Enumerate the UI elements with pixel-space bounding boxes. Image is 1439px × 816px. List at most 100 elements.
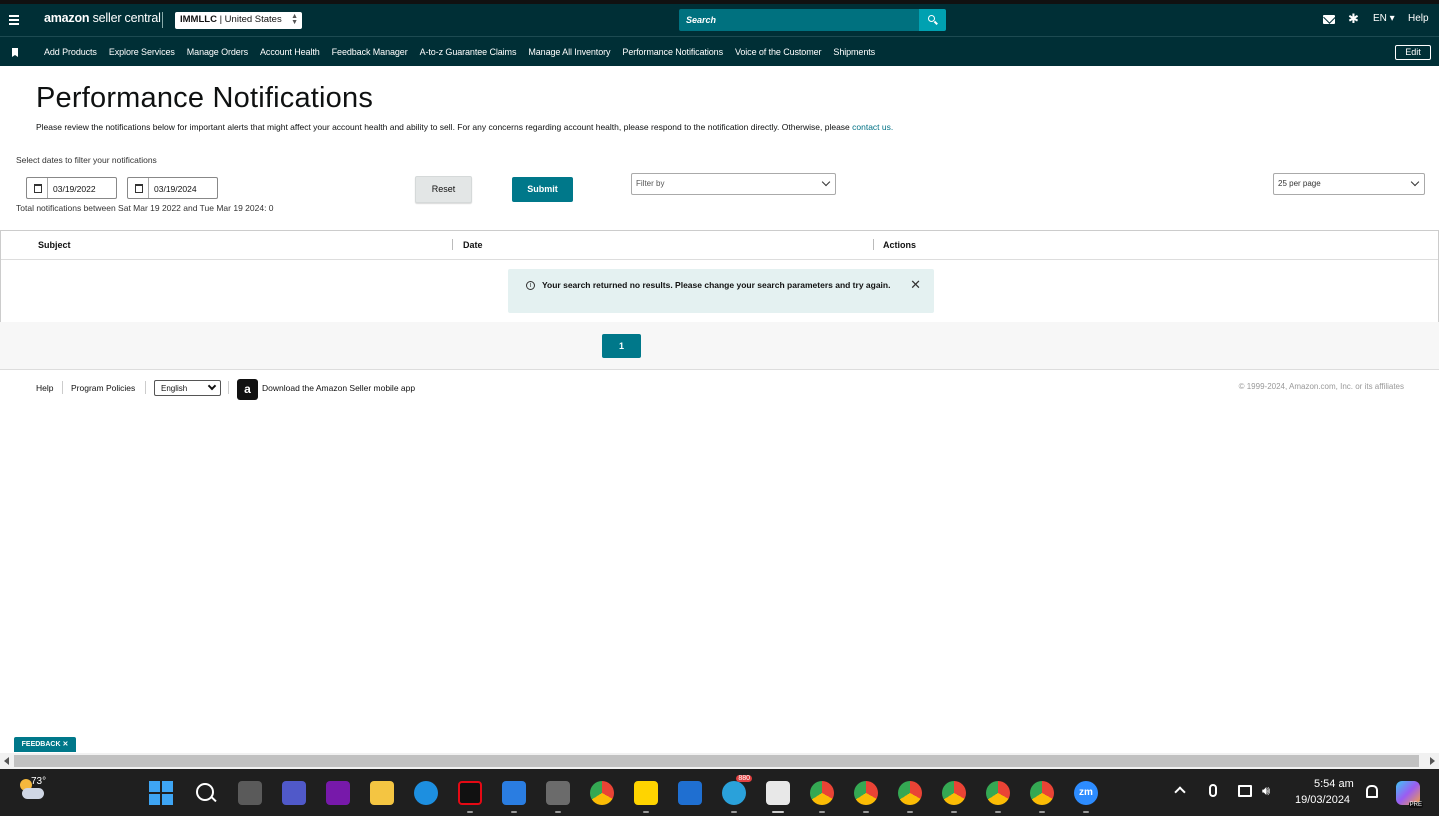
filter-by-select[interactable]: Filter by: [631, 173, 836, 195]
chrome-profile-icon[interactable]: [986, 781, 1010, 805]
nav-item-manage-orders[interactable]: Manage Orders: [187, 47, 248, 57]
page-title: Performance Notifications: [36, 82, 374, 114]
column-divider: [873, 239, 874, 250]
file-explorer-icon[interactable]: [370, 781, 394, 805]
running-indicator: [995, 811, 1001, 813]
amazon-app-icon[interactable]: a: [237, 379, 258, 400]
program-policies-link[interactable]: Program Policies: [71, 383, 135, 393]
calendar-icon[interactable]: [27, 178, 48, 198]
chrome-profile-icon[interactable]: [898, 781, 922, 805]
chrome-profile-icon[interactable]: [810, 781, 834, 805]
language-selector[interactable]: EN ▾: [1373, 13, 1395, 24]
column-date[interactable]: Date: [463, 240, 483, 250]
nav-item-voice-of-customer[interactable]: Voice of the Customer: [735, 47, 822, 57]
close-icon[interactable]: ✕: [910, 277, 921, 293]
running-indicator: [643, 811, 649, 813]
seller-central-logo[interactable]: amazon seller central: [44, 11, 161, 25]
calendar-icon[interactable]: [128, 178, 149, 198]
edge-icon[interactable]: [414, 781, 438, 805]
nav-item-account-health[interactable]: Account Health: [260, 47, 320, 57]
network-icon[interactable]: [1238, 785, 1252, 797]
chrome-icon[interactable]: [590, 781, 614, 805]
menu-icon[interactable]: [9, 13, 20, 27]
chrome-profile-icon[interactable]: [1030, 781, 1054, 805]
feedback-button[interactable]: FEEDBACK ✕: [14, 737, 76, 752]
chrome-profile-icon[interactable]: [854, 781, 878, 805]
running-indicator: [819, 811, 825, 813]
reset-button[interactable]: Reset: [415, 176, 472, 203]
help-link[interactable]: Help: [1408, 13, 1429, 24]
search-button[interactable]: [919, 9, 946, 31]
search-icon[interactable]: [194, 781, 218, 805]
nav-item-manage-inventory[interactable]: Manage All Inventory: [528, 47, 610, 57]
microphone-icon[interactable]: [1209, 784, 1217, 797]
windows-start-icon[interactable]: [149, 781, 173, 805]
running-indicator: [863, 811, 869, 813]
running-indicator: [731, 811, 737, 813]
per-page-select[interactable]: 25 per page: [1273, 173, 1425, 195]
horizontal-scrollbar[interactable]: [0, 753, 1439, 769]
search-icon: [928, 15, 935, 22]
footer-divider: [62, 381, 63, 394]
sticky-notes-icon[interactable]: [634, 781, 658, 805]
snipping-tool-icon[interactable]: [766, 781, 790, 805]
onenote-icon[interactable]: [326, 781, 350, 805]
scroll-right-icon[interactable]: [1430, 757, 1435, 765]
running-indicator: [555, 811, 561, 813]
temperature: 73°: [31, 776, 47, 787]
running-indicator: [511, 811, 517, 813]
volume-icon[interactable]: 🔊︎: [1262, 783, 1270, 799]
gear-icon[interactable]: ✱: [1348, 12, 1360, 25]
page-description: Please review the notifications below fo…: [36, 122, 894, 132]
clock-time[interactable]: 5:54 am: [1314, 778, 1354, 790]
remote-app-icon[interactable]: [678, 781, 702, 805]
pagination: 1: [0, 322, 1439, 370]
footer-help-link[interactable]: Help: [36, 383, 53, 393]
nav-item-add-products[interactable]: Add Products: [44, 47, 97, 57]
logo-divider: [162, 12, 163, 28]
notepad-icon[interactable]: [502, 781, 526, 805]
active-indicator: [772, 811, 784, 813]
bookmark-icon[interactable]: [12, 48, 18, 57]
nav-item-shipments[interactable]: Shipments: [833, 47, 875, 57]
clock-date[interactable]: 19/03/2024: [1295, 794, 1350, 806]
mail-icon[interactable]: [1323, 15, 1335, 24]
scrollbar-thumb[interactable]: [14, 755, 1419, 767]
footer-language-select[interactable]: English: [154, 380, 221, 396]
running-indicator: [951, 811, 957, 813]
chevron-down-icon: [1410, 177, 1420, 187]
nav-item-explore-services[interactable]: Explore Services: [109, 47, 175, 57]
running-indicator: [907, 811, 913, 813]
search-input[interactable]: Search: [679, 9, 919, 31]
nav-item-performance-notifications[interactable]: Performance Notifications: [622, 47, 723, 57]
chevron-down-icon: [207, 381, 217, 391]
task-view-icon[interactable]: [238, 781, 262, 805]
submit-button[interactable]: Submit: [512, 177, 573, 202]
telegram-icon[interactable]: 880: [722, 775, 752, 805]
netflix-icon[interactable]: [458, 781, 482, 805]
running-indicator: [1083, 811, 1089, 813]
updown-icon: ▲ ▼: [291, 13, 298, 26]
contact-us-link[interactable]: contact us.: [852, 122, 893, 132]
scroll-left-icon[interactable]: [4, 757, 9, 765]
running-indicator: [1039, 811, 1045, 813]
page-button-current[interactable]: 1: [602, 334, 641, 358]
top-header: amazon seller central IMMLLC | United St…: [0, 4, 1439, 36]
store-selector[interactable]: IMMLLC | United States ▲ ▼: [175, 12, 302, 29]
chrome-profile-icon[interactable]: [942, 781, 966, 805]
edit-nav-button[interactable]: Edit: [1395, 45, 1431, 60]
end-date-input[interactable]: 03/19/2024: [127, 177, 218, 199]
start-date-input[interactable]: 03/19/2022: [26, 177, 117, 199]
column-subject[interactable]: Subject: [38, 240, 71, 250]
chevron-up-icon[interactable]: [1174, 786, 1186, 798]
select-dates-label: Select dates to filter your notification…: [16, 155, 157, 165]
download-app-link[interactable]: Download the Amazon Seller mobile app: [262, 383, 415, 393]
weather-widget[interactable]: 73°: [18, 776, 48, 805]
zoom-icon[interactable]: zm: [1074, 781, 1098, 805]
copilot-icon[interactable]: PRE: [1396, 781, 1423, 808]
nav-item-a-to-z-claims[interactable]: A-to-z Guarantee Claims: [420, 47, 517, 57]
calculator-icon[interactable]: [546, 781, 570, 805]
notification-bell-icon[interactable]: [1366, 785, 1378, 798]
nav-item-feedback-manager[interactable]: Feedback Manager: [332, 47, 408, 57]
teams-icon[interactable]: [282, 781, 306, 805]
